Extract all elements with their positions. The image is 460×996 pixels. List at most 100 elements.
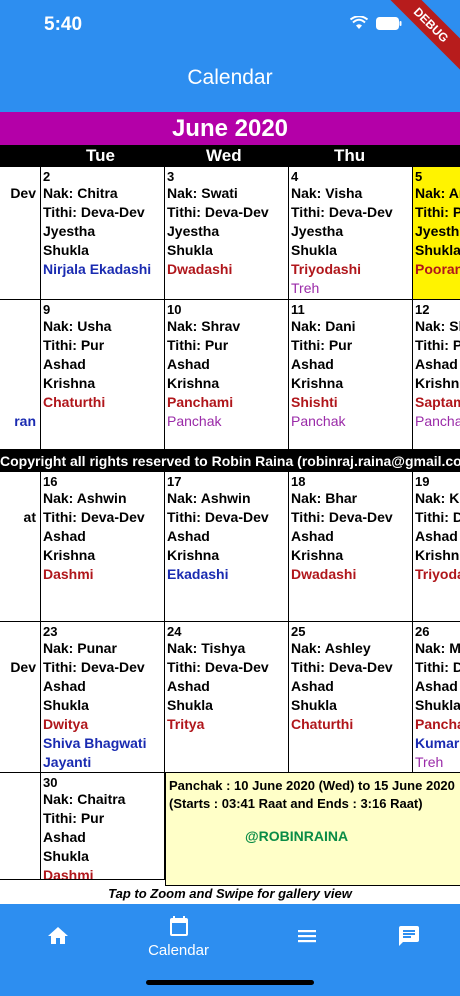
day-detail-line: Nak: Ashley <box>291 640 371 656</box>
day-cell-12[interactable]: 12Nak: Sh Tithi: P Ashad Krishn Saptam Pancha <box>413 300 460 450</box>
note-line-2: (Starts : 03:41 Raat and Ends : 3:16 Raa… <box>169 796 423 811</box>
day-detail-line: Tithi: Deva-Dev <box>291 509 393 525</box>
day-cell-24[interactable]: 24 Nak: Tishya Tithi: Deva-Dev Ashad Shukla T… <box>165 622 289 773</box>
day-detail-line: Tithi: Deva-Dev <box>291 659 393 675</box>
day-detail-line: Tithi: Pur <box>291 337 353 353</box>
day-detail-line: Ashad <box>415 356 458 372</box>
day-detail-line: Dashmi <box>43 566 94 582</box>
day-detail-line: Jyestha <box>167 223 220 239</box>
nav-messages[interactable] <box>351 914 460 964</box>
panchak-note: Panchak : 10 June 2020 (Wed) to 15 June … <box>165 773 460 886</box>
day-cell[interactable]: ran <box>0 300 41 450</box>
day-detail-line: Jyesth <box>415 223 460 239</box>
page-title: Calendar <box>187 66 273 89</box>
day-detail-line: Nak: K <box>415 490 460 506</box>
day-cell-2[interactable]: 2 Nak: Chitra Tithi: Deva-Dev Jyestha Shukla… <box>41 167 165 300</box>
day-detail-line: Pooran <box>415 261 460 277</box>
day-cell-19[interactable]: 19 Nak: K Tithi: D Ashad Krishn Triyoda <box>413 472 460 622</box>
day-detail-line <box>0 828 36 847</box>
day-cell-18[interactable]: 18 Nak: Bhar Tithi: Deva-Dev Ashad Krishna Dw… <box>289 472 413 622</box>
day-detail-line: Ashad <box>415 528 458 544</box>
day-cell-26[interactable]: 26 Nak: M Tithi: D Ashad Shukla Pancha Kumar Tr… <box>413 622 460 773</box>
nav-home[interactable] <box>0 914 115 964</box>
day-detail-line: Ashad <box>167 528 210 544</box>
day-detail-line: Triyodashi <box>291 261 362 277</box>
day-detail-line: Nak: Dani <box>291 318 356 334</box>
day-cell-11[interactable]: 11 Nak: Dani Tithi: Pur Ashad Krishna Shishti… <box>289 300 413 450</box>
day-detail-line: Tithi: Deva-Dev <box>43 659 145 675</box>
day-number: 19 <box>415 474 430 489</box>
day-detail-line: Nak: Bhar <box>291 490 358 506</box>
day-detail-line: Nirjala Ekadashi <box>43 261 152 277</box>
day-cell-30[interactable]: 30 Nak: Chaitra Tithi: Pur Ashad Shukla Dashm… <box>41 773 165 880</box>
day-detail-line: Nak: An <box>415 185 460 201</box>
day-detail-line: Tithi: Deva-Dev <box>167 509 269 525</box>
copyright-banner: Copyright all rights reserved to Robin R… <box>0 450 460 472</box>
day-detail-line: Shukla <box>43 697 89 713</box>
day-detail-line: Shukla <box>415 242 460 258</box>
day-cell-16[interactable]: 16 Nak: Ashwin Tithi: Deva-Dev Ashad Krishna… <box>41 472 165 622</box>
day-cell-5[interactable]: 5Nak: An Tithi: P Jyesth Shukla Pooran <box>413 167 460 300</box>
day-cell[interactable]: i <box>0 773 41 880</box>
day-detail-line: Pancha <box>415 413 460 429</box>
day-detail-line: Krishna <box>291 547 344 563</box>
day-number: 26 <box>415 624 430 639</box>
day-detail-line: Panchak <box>291 413 346 429</box>
day-detail-line: Shukla <box>291 242 337 258</box>
day-detail-line: Dwitya <box>43 716 89 732</box>
day-detail-line: Shukla <box>167 697 213 713</box>
day-cell-23[interactable]: 23 Nak: Punar Tithi: Deva-Dev Ashad Shukla Dw… <box>41 622 165 773</box>
day-detail-line <box>0 355 36 374</box>
day-number: 9 <box>43 302 51 317</box>
day-detail-line: Shukla <box>43 242 89 258</box>
day-detail-line: Panchami <box>167 394 234 410</box>
day-number: 5 <box>415 169 423 184</box>
day-detail-line: Nak: Chaitra <box>43 791 126 807</box>
day-cell-25[interactable]: 25 Nak: Ashley Tithi: Deva-Dev Ashad Shukla C… <box>289 622 413 773</box>
day-detail-line: Tithi: Deva-Dev <box>167 659 269 675</box>
day-detail-line: ran <box>14 413 36 429</box>
day-cell-9[interactable]: 9 Nak: Usha Tithi: Pur Ashad Krishna Chaturth… <box>41 300 165 450</box>
day-detail-line: Tithi: Deva-Dev <box>43 509 145 525</box>
day-detail-line <box>0 847 36 866</box>
day-detail-line: Ashad <box>167 678 210 694</box>
day-number: 25 <box>291 624 306 639</box>
author-handle: @ROBINRAINA <box>245 828 349 844</box>
day-detail-line <box>0 809 36 828</box>
day-detail-line: Saptam <box>415 394 460 410</box>
day-detail-line: Tithi: P <box>415 337 460 353</box>
day-detail-line <box>0 639 36 658</box>
day-detail-line: Tithi: Pur <box>43 337 105 353</box>
day-detail-line: Krishna <box>167 547 220 563</box>
day-detail-line: Ashad <box>291 678 334 694</box>
day-cell[interactable]: at <box>0 472 41 622</box>
battery-icon <box>376 16 402 30</box>
day-detail-line: Ashad <box>43 528 86 544</box>
weekday-tue: Tue <box>86 146 115 165</box>
day-detail-line <box>0 336 36 355</box>
day-cell-17[interactable]: 17 Nak: Ashwin Tithi: Deva-Dev Ashad Krishna… <box>165 472 289 622</box>
day-detail-line: Nak: M <box>415 640 460 656</box>
day-detail-line: Nak: Ashwin <box>43 490 127 506</box>
day-cell-10[interactable]: 10 Nak: Shrav Tithi: Pur Ashad Krishna Pancha… <box>165 300 289 450</box>
day-detail-line: Ekadashi <box>167 566 229 582</box>
status-time: 5:40 <box>44 14 83 35</box>
nav-menu[interactable] <box>249 914 364 964</box>
day-cell[interactable]: Dev <box>0 167 41 300</box>
day-detail-line: at <box>23 509 36 525</box>
day-cell[interactable]: Dev <box>0 622 41 773</box>
day-detail-line: Nak: Visha <box>291 185 363 201</box>
day-cell-4[interactable]: 4 Nak: Visha Tithi: Deva-Dev Jyestha Shukla T… <box>289 167 413 300</box>
day-detail-line: Tritya <box>167 716 205 732</box>
day-number: 16 <box>43 474 58 489</box>
day-cell-3[interactable]: 3 Nak: Swati Tithi: Deva-Dev Jyestha Shukla D… <box>165 167 289 300</box>
day-detail-line: Dev <box>10 185 36 201</box>
day-detail-line: Jayanti <box>43 754 92 770</box>
day-detail-line: Krishna <box>167 375 220 391</box>
nav-calendar[interactable]: Calendar <box>121 914 236 964</box>
day-number: 2 <box>43 169 51 184</box>
day-detail-line: Nak: Swati <box>167 185 238 201</box>
day-number: 24 <box>167 624 182 639</box>
day-number: 30 <box>43 775 58 790</box>
day-detail-line: Nak: Tishya <box>167 640 246 656</box>
